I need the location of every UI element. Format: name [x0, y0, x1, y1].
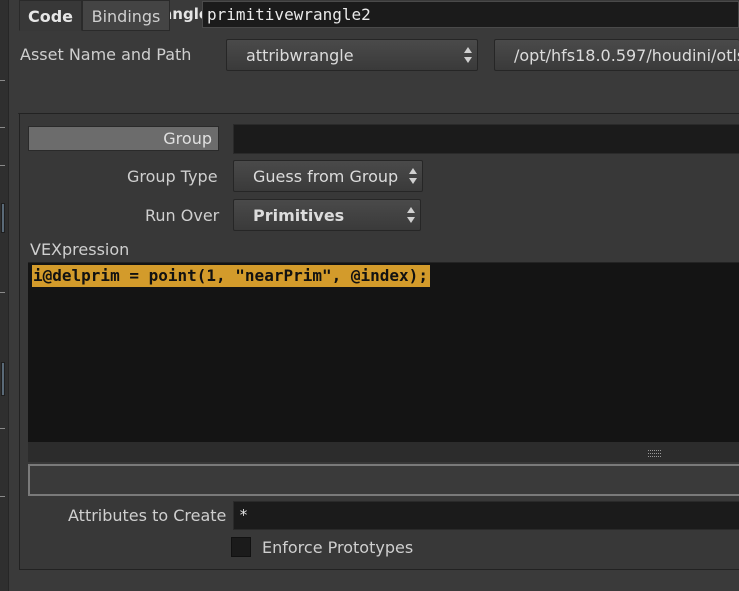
strip-marker — [1, 203, 5, 233]
resize-grip-icon[interactable] — [648, 450, 661, 457]
group-field[interactable] — [233, 124, 739, 154]
updown-arrows-icon — [407, 207, 415, 223]
asset-path-field[interactable]: /opt/hfs18.0.597/houdini/otls/ — [494, 39, 739, 71]
strip-divider — [0, 496, 5, 497]
group-type-menu[interactable]: Guess from Group — [233, 160, 423, 192]
group-selector-button[interactable]: Group — [28, 126, 219, 151]
strip-marker — [1, 362, 5, 396]
tab-bindings[interactable]: Bindings — [82, 0, 170, 31]
message-field — [28, 464, 739, 496]
group-type-label: Group Type — [127, 167, 218, 186]
strip-divider — [0, 127, 5, 128]
updown-arrows-icon — [464, 47, 472, 63]
run-over-menu[interactable]: Primitives — [233, 199, 421, 231]
vexpression-label: VEXpression — [30, 240, 130, 259]
left-toolbar-strip — [0, 0, 9, 591]
strip-divider — [0, 165, 5, 166]
updown-arrows-icon — [409, 168, 417, 184]
vex-code-editor[interactable] — [28, 262, 739, 442]
asset-path-value: /opt/hfs18.0.597/houdini/otls/ — [514, 46, 739, 65]
editor-resize-bar[interactable] — [28, 442, 739, 462]
node-name-field[interactable]: primitivewrangle2 — [202, 1, 739, 28]
run-over-value: Primitives — [253, 206, 345, 225]
tab-code[interactable]: Code — [19, 0, 82, 31]
enforce-prototypes-label: Enforce Prototypes — [262, 538, 414, 557]
attributes-to-create-label: Attributes to Create — [68, 506, 227, 525]
strip-divider — [0, 428, 5, 429]
group-type-value: Guess from Group — [253, 167, 399, 186]
asset-name-value: attribwrangle — [246, 46, 354, 65]
vex-code-line[interactable]: i@delprim = point(1, "nearPrim", @index)… — [32, 265, 430, 287]
run-over-label: Run Over — [145, 206, 220, 225]
attributes-to-create-field[interactable]: * — [233, 501, 739, 530]
asset-name-path-label: Asset Name and Path — [20, 45, 192, 64]
strip-divider — [0, 80, 5, 81]
strip-divider — [0, 292, 5, 293]
asset-name-menu[interactable]: attribwrangle — [226, 39, 478, 71]
enforce-prototypes-checkbox[interactable] — [231, 537, 251, 557]
